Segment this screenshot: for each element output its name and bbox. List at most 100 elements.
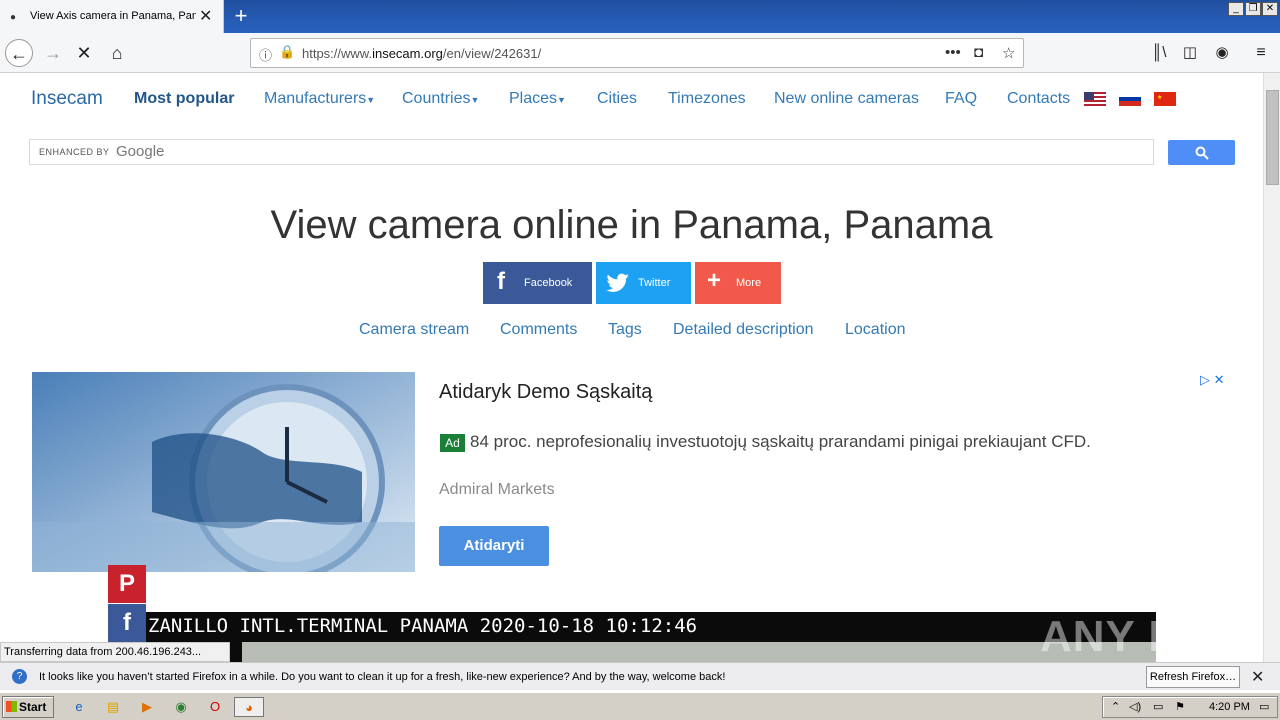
- ad-title[interactable]: Atidaryk Demo Sąskaitą: [439, 381, 652, 404]
- lock-warning-icon[interactable]: 🔒: [279, 44, 295, 60]
- notification-message: It looks like you haven’t started Firefo…: [39, 671, 726, 683]
- twitter-icon: [606, 273, 629, 292]
- subnav-tags[interactable]: Tags: [608, 321, 642, 339]
- site-brand[interactable]: Insecam: [31, 88, 103, 110]
- new-tab-icon[interactable]: +: [230, 3, 252, 29]
- back-icon[interactable]: ←: [5, 39, 33, 67]
- home-icon[interactable]: ⌂: [103, 39, 131, 67]
- search-label: ENHANCED BY: [39, 147, 110, 157]
- refresh-firefox-button[interactable]: Refresh Firefox…: [1146, 666, 1240, 688]
- bookmark-star-icon[interactable]: ☆: [1002, 44, 1015, 62]
- opera-icon[interactable]: O: [204, 697, 226, 717]
- folder-icon[interactable]: ▤: [102, 697, 124, 717]
- network-icon[interactable]: ▭: [1153, 700, 1163, 713]
- google-search-input[interactable]: ENHANCED BY Google: [29, 139, 1154, 165]
- us-flag-icon[interactable]: [1084, 92, 1106, 106]
- caret-down-icon: ▼: [470, 95, 480, 105]
- search-icon: [1195, 146, 1209, 160]
- svg-text:★: ★: [1157, 94, 1162, 101]
- ad-description: 84 proc. neprofesionalių investuotojų są…: [470, 432, 1091, 451]
- restore-icon[interactable]: ❐: [1245, 2, 1261, 16]
- pinterest-share-icon[interactable]: P: [108, 565, 146, 603]
- ad-image[interactable]: [32, 372, 415, 572]
- subnav-comments[interactable]: Comments: [500, 321, 577, 339]
- tray-expand-icon[interactable]: ⌃: [1111, 700, 1120, 713]
- show-desktop-icon[interactable]: ▭: [1259, 700, 1269, 713]
- notification-bar: ? It looks like you haven’t started Fire…: [0, 662, 1280, 690]
- loading-dot-icon: ●: [10, 12, 17, 23]
- anyrun-watermark: ANY RUN: [1040, 612, 1247, 661]
- google-logo: Google: [116, 143, 165, 160]
- caret-down-icon: ▼: [557, 95, 566, 105]
- scrollbar-thumb[interactable]: [1266, 90, 1279, 185]
- navigation-toolbar: ← → ✕ ⌂ ⓘ 🔒 https://www.insecam.org/en/v…: [0, 33, 1280, 73]
- chrome-icon[interactable]: ◉: [170, 697, 192, 717]
- vertical-scrollbar[interactable]: [1263, 73, 1280, 662]
- nav-faq[interactable]: FAQ: [945, 90, 977, 108]
- start-label: Start: [19, 700, 47, 714]
- plus-icon: +: [707, 267, 722, 294]
- info-icon[interactable]: ⓘ: [259, 45, 272, 64]
- china-flag-icon[interactable]: ★: [1154, 92, 1176, 106]
- page-actions-icon[interactable]: •••: [945, 44, 961, 61]
- subnav-camera-stream[interactable]: Camera stream: [359, 321, 469, 339]
- ad-choices-close-icon[interactable]: ▷ ✕: [1200, 372, 1225, 388]
- search-button[interactable]: [1168, 140, 1235, 165]
- nav-timezones[interactable]: Timezones: [668, 90, 746, 108]
- ad-badge: Ad: [440, 434, 465, 452]
- facebook-icon: f: [497, 268, 505, 295]
- share-facebook-label: Facebook: [524, 277, 573, 289]
- url-bar[interactable]: ⓘ 🔒 https://www.insecam.org/en/view/2426…: [250, 38, 1024, 68]
- ad-open-button[interactable]: Atidaryti: [439, 526, 549, 566]
- status-text: Transferring data from 200.46.196.243...: [0, 642, 230, 662]
- share-twitter-button[interactable]: Twitter: [596, 262, 691, 304]
- tab-title: View Axis camera in Panama, Pana: [30, 10, 196, 22]
- share-facebook-button[interactable]: f Facebook: [483, 262, 592, 304]
- russia-flag-icon[interactable]: [1119, 92, 1141, 106]
- clock: 4:20 PM: [1209, 701, 1250, 713]
- nav-contacts[interactable]: Contacts: [1007, 90, 1070, 108]
- page-title: View camera online in Panama, Panama: [270, 203, 993, 247]
- sidebar-icon[interactable]: ◫: [1176, 39, 1204, 67]
- share-more-button[interactable]: + More: [695, 262, 781, 304]
- window-close-icon[interactable]: ✕: [1262, 2, 1278, 16]
- url-text: https://www.insecam.org/en/view/242631/: [302, 46, 542, 61]
- start-button[interactable]: Start: [2, 696, 54, 718]
- tab-strip: ● View Axis camera in Panama, Pana ✕ + _…: [0, 0, 1280, 33]
- nav-new-online-cameras[interactable]: New online cameras: [774, 90, 919, 108]
- ad-advertiser[interactable]: Admiral Markets: [439, 481, 555, 499]
- camera-overlay-text: ZANILLO INTL.TERMINAL PANAMA 2020-10-18 …: [148, 615, 698, 637]
- forward-icon[interactable]: →: [39, 39, 67, 67]
- action-center-icon[interactable]: ⚑: [1175, 700, 1185, 713]
- firefox-taskbar-icon[interactable]: ◕: [234, 697, 264, 717]
- subnav-detailed-description[interactable]: Detailed description: [673, 321, 814, 339]
- notification-close-icon[interactable]: ✕: [1251, 667, 1264, 687]
- facebook-share-icon[interactable]: f: [108, 604, 146, 642]
- nav-manufacturers[interactable]: Manufacturers▼: [264, 90, 375, 108]
- system-tray: ⌃ ◁) ▭ ⚑ 4:20 PM ▭: [1102, 696, 1278, 718]
- menu-icon[interactable]: ≡: [1247, 39, 1275, 67]
- stop-icon[interactable]: ✕: [70, 39, 98, 67]
- media-player-icon[interactable]: ▶: [136, 697, 158, 717]
- camera-stream[interactable]: ZANILLO INTL.TERMINAL PANAMA 2020-10-18 …: [146, 612, 1156, 662]
- nav-most-popular[interactable]: Most popular: [134, 90, 234, 108]
- taskbar: Start e ▤ ▶ ◉ O ◕ ⌃ ◁) ▭ ⚑ 4:20 PM ▭: [0, 692, 1280, 720]
- tab-active[interactable]: ● View Axis camera in Panama, Pana ✕: [0, 0, 224, 33]
- caret-down-icon: ▼: [366, 95, 376, 105]
- question-icon: ?: [12, 669, 27, 684]
- account-icon[interactable]: ◉: [1208, 39, 1236, 67]
- share-twitter-label: Twitter: [638, 277, 671, 289]
- nav-countries[interactable]: Countries▼: [402, 90, 479, 108]
- nav-cities[interactable]: Cities: [597, 90, 637, 108]
- tab-close-icon[interactable]: ✕: [199, 6, 212, 26]
- windows-logo-icon: [6, 701, 17, 712]
- subnav-location[interactable]: Location: [845, 321, 906, 339]
- library-icon[interactable]: ║\: [1145, 39, 1173, 67]
- share-more-label: More: [736, 277, 762, 289]
- ie-icon[interactable]: e: [68, 697, 90, 717]
- minimize-icon[interactable]: _: [1228, 2, 1244, 16]
- volume-icon[interactable]: ◁): [1129, 700, 1141, 713]
- pocket-icon[interactable]: ◘: [974, 44, 983, 61]
- nav-places[interactable]: Places▼: [509, 90, 566, 108]
- camera-image: [242, 642, 1156, 662]
